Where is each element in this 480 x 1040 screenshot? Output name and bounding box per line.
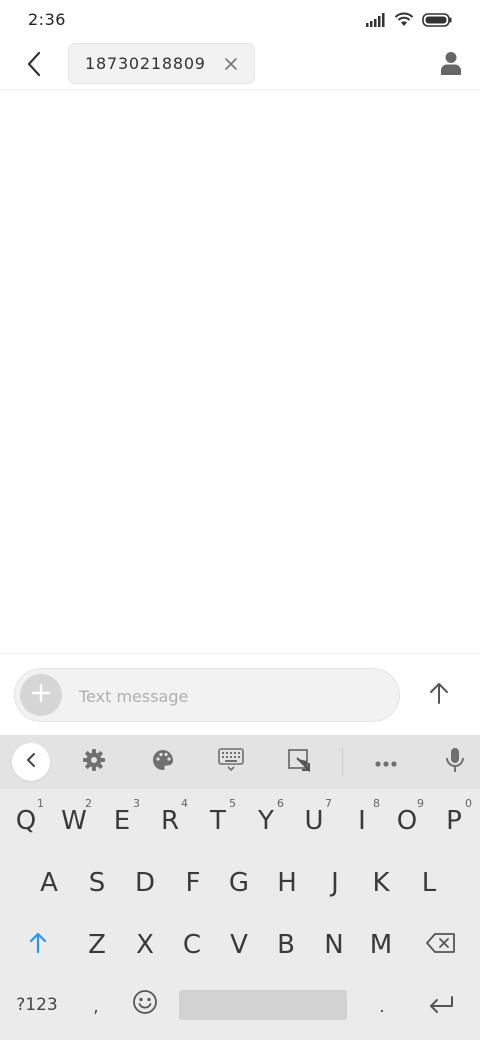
status-bar: 2:36 xyxy=(0,0,480,42)
compose-bar xyxy=(0,653,480,735)
key-q[interactable]: Q1 xyxy=(2,795,50,847)
voice-input-button[interactable] xyxy=(436,744,474,780)
key-g[interactable]: G xyxy=(215,857,263,909)
conversation-header: 18730218809 xyxy=(0,42,480,90)
key-n[interactable]: N xyxy=(310,919,358,971)
chevron-left-icon xyxy=(26,51,42,81)
send-button[interactable] xyxy=(420,676,458,714)
resize-icon xyxy=(287,748,311,776)
palette-icon xyxy=(151,748,175,776)
emoji-key[interactable] xyxy=(122,979,168,1031)
key-m[interactable]: M xyxy=(357,919,405,971)
keyboard-collapse-button[interactable] xyxy=(12,743,50,781)
close-icon[interactable] xyxy=(222,55,240,73)
battery-icon xyxy=(422,12,452,31)
keyboard-icon xyxy=(218,748,244,776)
toolbar-divider xyxy=(342,748,343,776)
status-time: 2:36 xyxy=(28,10,66,29)
gear-icon xyxy=(82,748,106,776)
key-i[interactable]: I8 xyxy=(338,795,386,847)
space-key[interactable] xyxy=(179,990,347,1020)
enter-icon xyxy=(428,990,454,1020)
key-l[interactable]: L xyxy=(405,857,453,909)
symbols-key[interactable]: ?123 xyxy=(4,979,70,1031)
recipient-chip[interactable]: 18730218809 xyxy=(68,43,255,84)
attach-button[interactable] xyxy=(20,674,62,716)
more-icon xyxy=(374,753,398,772)
chevron-left-icon xyxy=(25,752,37,772)
key-e[interactable]: E3 xyxy=(98,795,146,847)
wifi-icon xyxy=(394,12,414,31)
shift-key[interactable] xyxy=(12,919,64,971)
arrow-up-icon xyxy=(429,682,449,708)
key-s[interactable]: S xyxy=(73,857,121,909)
signal-icon xyxy=(366,12,386,31)
compose-box xyxy=(14,668,400,722)
person-icon xyxy=(440,51,462,79)
status-icons xyxy=(366,12,452,30)
key-r[interactable]: R4 xyxy=(146,795,194,847)
back-button[interactable] xyxy=(18,48,50,84)
key-y[interactable]: Y6 xyxy=(242,795,290,847)
keyboard: Q1 W2 E3 R4 T5 Y6 U7 I8 O9 P0 A S D F G … xyxy=(0,735,480,1040)
key-w[interactable]: W2 xyxy=(50,795,98,847)
emoji-icon xyxy=(132,989,158,1022)
key-o[interactable]: O9 xyxy=(384,795,430,847)
key-z[interactable]: Z xyxy=(73,919,121,971)
key-k[interactable]: K xyxy=(357,857,405,909)
microphone-icon xyxy=(445,747,465,777)
key-x[interactable]: X xyxy=(121,919,169,971)
keyboard-settings-button[interactable] xyxy=(75,744,113,780)
key-j[interactable]: J xyxy=(311,857,359,909)
key-d[interactable]: D xyxy=(121,857,169,909)
comma-key[interactable]: , xyxy=(76,981,116,1033)
contact-button[interactable] xyxy=(438,50,464,80)
period-key[interactable]: . xyxy=(360,981,404,1033)
key-u[interactable]: U7 xyxy=(290,795,338,847)
key-h[interactable]: H xyxy=(263,857,311,909)
message-input[interactable] xyxy=(79,683,379,709)
keyboard-more-button[interactable] xyxy=(367,744,405,780)
shift-arrow-icon xyxy=(28,930,48,960)
keyboard-toolbar xyxy=(0,735,480,789)
key-t[interactable]: T5 xyxy=(194,795,242,847)
backspace-key[interactable] xyxy=(414,919,468,971)
key-a[interactable]: A xyxy=(25,857,73,909)
keyboard-theme-button[interactable] xyxy=(144,744,182,780)
recipient-number: 18730218809 xyxy=(85,54,206,73)
message-list xyxy=(0,91,480,652)
key-b[interactable]: B xyxy=(262,919,310,971)
keyboard-resize-button[interactable] xyxy=(280,744,318,780)
key-p[interactable]: P0 xyxy=(430,795,478,847)
keyboard-layout-button[interactable] xyxy=(212,744,250,780)
key-v[interactable]: V xyxy=(215,919,263,971)
key-f[interactable]: F xyxy=(169,857,217,909)
key-c[interactable]: C xyxy=(168,919,216,971)
enter-key[interactable] xyxy=(414,979,468,1031)
backspace-icon xyxy=(426,930,456,960)
plus-icon xyxy=(31,683,51,707)
